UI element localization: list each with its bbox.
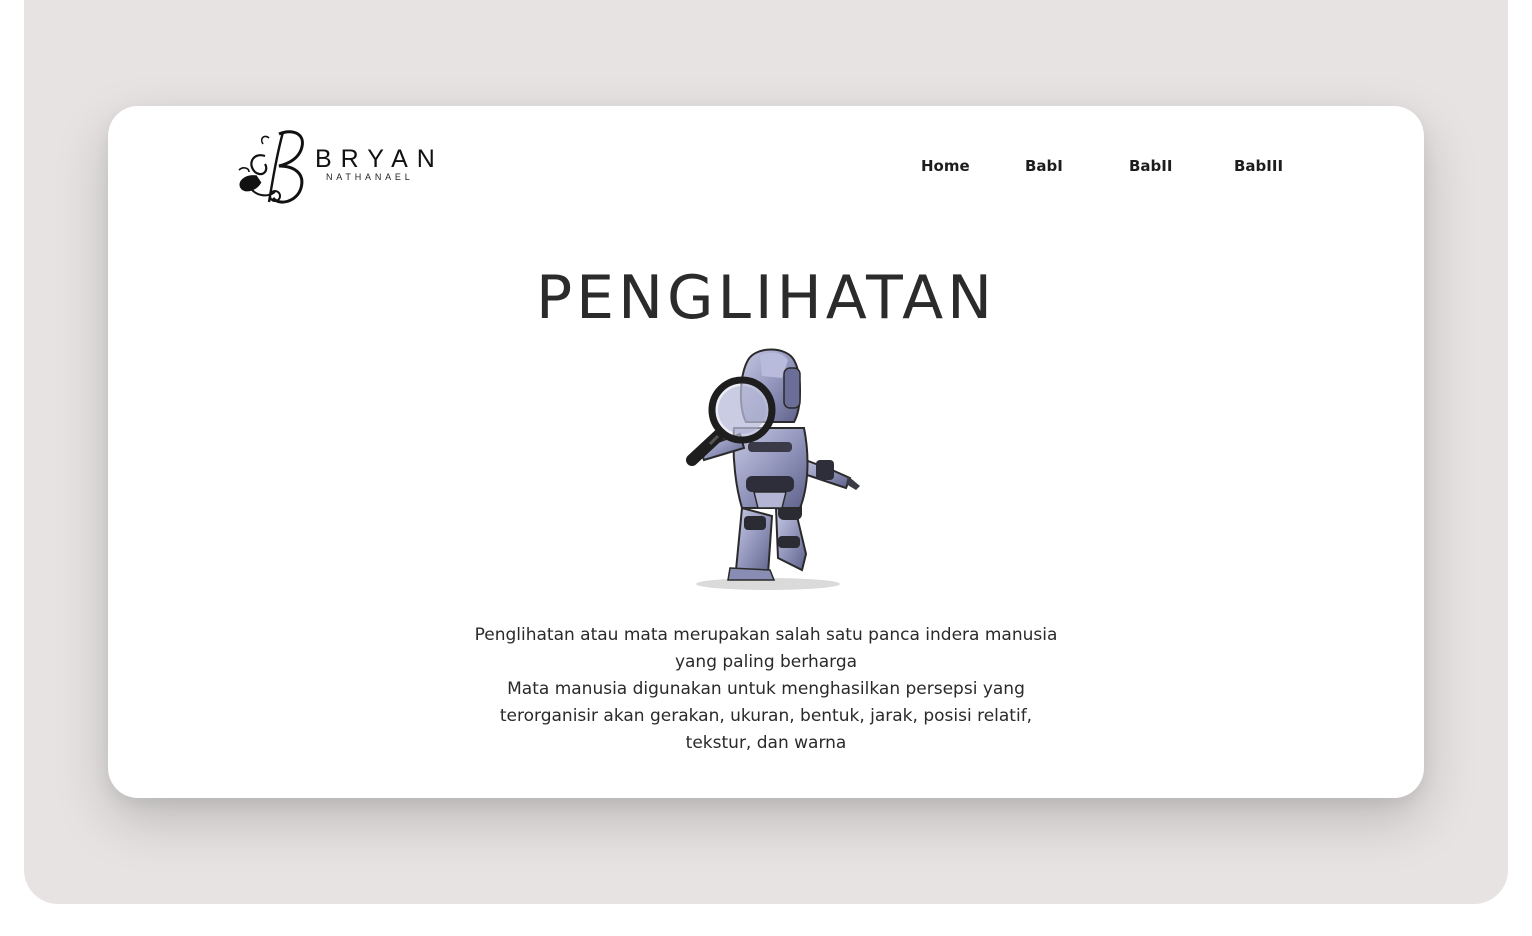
site-logo[interactable]: BRYAN NATHANAEL [235, 126, 435, 208]
robot-magnifier-icon [686, 348, 860, 590]
nav-home-link[interactable]: Home [921, 157, 970, 175]
description-paragraph-2: Mata manusia digunakan untuk menghasilka… [499, 679, 1033, 753]
nav-bab3-link[interactable]: BabIII [1234, 157, 1283, 175]
robot-magnifier-illustration [670, 348, 870, 596]
main-card: BRYAN NATHANAEL Home BabI BabII BabIII P… [108, 106, 1424, 798]
nav-bab2-link[interactable]: BabII [1129, 157, 1172, 175]
monogram-b-icon [238, 130, 304, 204]
description-text: Penglihatan atau mata merupakan salah sa… [466, 622, 1066, 757]
page-title: PENGLIHATAN [535, 263, 996, 333]
description-paragraph-1: Penglihatan atau mata merupakan salah sa… [474, 625, 1058, 672]
logo-first-name: BRYAN [315, 145, 444, 173]
logo-last-name: NATHANAEL [326, 172, 414, 182]
nav-bab1-link[interactable]: BabI [1025, 157, 1063, 175]
